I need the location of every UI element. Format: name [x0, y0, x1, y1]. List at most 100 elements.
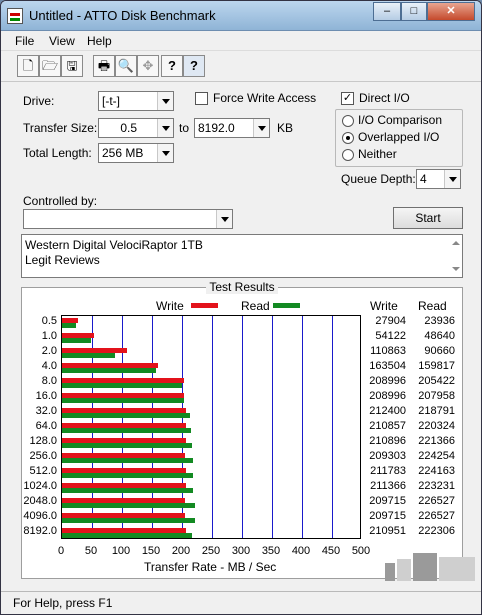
bar-read — [62, 428, 192, 433]
column-header-read: Read — [418, 299, 447, 313]
x-tick-label: 150 — [141, 545, 161, 557]
y-tick-label: 4.0 — [41, 360, 57, 373]
gridline — [332, 316, 333, 538]
new-document-icon[interactable]: 🗋 — [17, 55, 39, 77]
y-tick-label: 1024.0 — [23, 479, 57, 492]
save-icon[interactable]: 🖫 — [61, 55, 83, 77]
queue-depth-label: Queue Depth: — [341, 172, 416, 186]
write-value: 209715 — [369, 494, 406, 507]
y-tick-label: 1.0 — [41, 330, 57, 343]
overlapped-io-radio[interactable] — [342, 132, 354, 144]
bar-read — [62, 383, 183, 389]
transfer-size-from-select[interactable]: 0.5 — [98, 118, 174, 138]
menu-bar: File View Help — [1, 31, 481, 51]
chevron-down-icon[interactable] — [157, 92, 173, 110]
test-results-title: Test Results — [206, 280, 278, 294]
queue-depth-select[interactable]: 4 — [416, 169, 461, 189]
drive-value: [-t-] — [102, 94, 120, 108]
total-length-label: Total Length: — [23, 146, 92, 160]
help-icon[interactable]: ? — [161, 55, 183, 77]
close-button[interactable]: ✕ — [427, 2, 475, 21]
transfer-size-label: Transfer Size: — [23, 121, 98, 135]
legend-read-swatch — [273, 303, 300, 308]
scroll-down-icon[interactable] — [452, 267, 460, 271]
chevron-down-icon[interactable] — [444, 170, 460, 188]
bar-read — [62, 442, 192, 448]
chevron-down-icon[interactable] — [157, 119, 173, 137]
read-value: 205422 — [418, 375, 455, 388]
write-value: 210896 — [369, 434, 406, 447]
transfer-from-value: 0.5 — [120, 121, 137, 135]
force-write-label: Force Write Access — [213, 91, 317, 105]
read-value: 223231 — [418, 479, 455, 492]
open-folder-icon[interactable]: 🗁 — [39, 55, 61, 77]
description-line-2: Legit Reviews — [25, 253, 100, 267]
start-button[interactable]: Start — [393, 207, 463, 229]
minimize-button[interactable]: – — [373, 2, 401, 21]
y-tick-label: 128.0 — [29, 434, 57, 447]
direct-io-checkbox[interactable]: ✓ — [341, 92, 354, 105]
chevron-down-icon[interactable] — [157, 144, 173, 162]
bar-read — [62, 532, 193, 538]
drive-label: Drive: — [23, 94, 55, 108]
y-tick-label: 256.0 — [29, 449, 57, 462]
chevron-down-icon[interactable] — [216, 210, 232, 228]
x-tick-label: 450 — [321, 545, 341, 557]
io-comparison-label: I/O Comparison — [358, 113, 443, 127]
controlled-by-label: Controlled by: — [23, 194, 98, 208]
write-value: 54122 — [375, 330, 406, 343]
read-value: 226527 — [418, 509, 455, 522]
read-value: 224163 — [418, 464, 455, 477]
scroll-up-icon[interactable] — [452, 241, 460, 245]
drive-select[interactable]: [-t-] — [98, 91, 174, 111]
x-axis-label: Transfer Rate - MB / Sec — [144, 560, 277, 574]
print-icon[interactable]: 🖶 — [93, 55, 115, 77]
write-value: 110863 — [370, 345, 406, 358]
y-tick-label: 8.0 — [41, 375, 57, 388]
write-value: 208996 — [369, 390, 406, 403]
context-help-icon[interactable]: ? — [183, 55, 205, 77]
app-window: Untitled - ATTO Disk Benchmark – □ ✕ Fil… — [0, 0, 482, 615]
print-preview-icon[interactable]: 🔍 — [115, 55, 137, 77]
gridline — [272, 316, 273, 538]
status-text: For Help, press F1 — [13, 596, 113, 610]
write-value: 212400 — [369, 405, 406, 418]
x-tick-label: 300 — [231, 545, 251, 557]
unit-label: KB — [277, 121, 294, 135]
description-textarea[interactable]: Western Digital VelociRaptor 1TB Legit R… — [21, 234, 463, 278]
write-value: 210951 — [369, 524, 406, 537]
y-tick-label: 2048.0 — [23, 494, 57, 507]
read-value: 220324 — [418, 420, 455, 432]
total-length-select[interactable]: 256 MB — [98, 143, 174, 163]
bar-read — [62, 457, 194, 463]
description-text: Western Digital VelociRaptor 1TB Legit R… — [25, 238, 203, 268]
neither-label: Neither — [358, 147, 397, 161]
read-value: 224254 — [418, 449, 455, 462]
write-value: 27904 — [375, 315, 406, 328]
transfer-size-to-select[interactable]: 8192.0 — [194, 118, 270, 138]
io-comparison-radio[interactable] — [342, 115, 354, 127]
menu-file[interactable]: File — [15, 34, 34, 48]
atto-app-icon — [7, 8, 23, 24]
move-icon[interactable]: ✥ — [137, 55, 159, 77]
transfer-to-value: 8192.0 — [198, 121, 235, 135]
menu-help[interactable]: Help — [87, 34, 112, 48]
read-value: 221366 — [418, 434, 455, 447]
force-write-checkbox[interactable] — [195, 92, 208, 105]
y-tick-label: 512.0 — [29, 464, 57, 477]
y-tick-label: 64.0 — [35, 420, 57, 432]
x-tick-label: 500 — [351, 545, 371, 557]
read-value: 222306 — [418, 524, 455, 537]
title-bar[interactable]: Untitled - ATTO Disk Benchmark – □ ✕ — [1, 1, 481, 31]
gridline — [302, 316, 303, 538]
x-tick-label: 100 — [111, 545, 131, 557]
menu-view[interactable]: View — [49, 34, 75, 48]
maximize-button[interactable]: □ — [401, 2, 427, 21]
y-tick-label: 16.0 — [35, 390, 57, 403]
write-value: 211783 — [370, 464, 406, 477]
neither-radio[interactable] — [342, 149, 354, 161]
bar-read — [62, 398, 184, 404]
controlled-by-select[interactable] — [23, 209, 233, 229]
chevron-down-icon[interactable] — [253, 119, 269, 137]
overlapped-io-label: Overlapped I/O — [358, 130, 440, 144]
